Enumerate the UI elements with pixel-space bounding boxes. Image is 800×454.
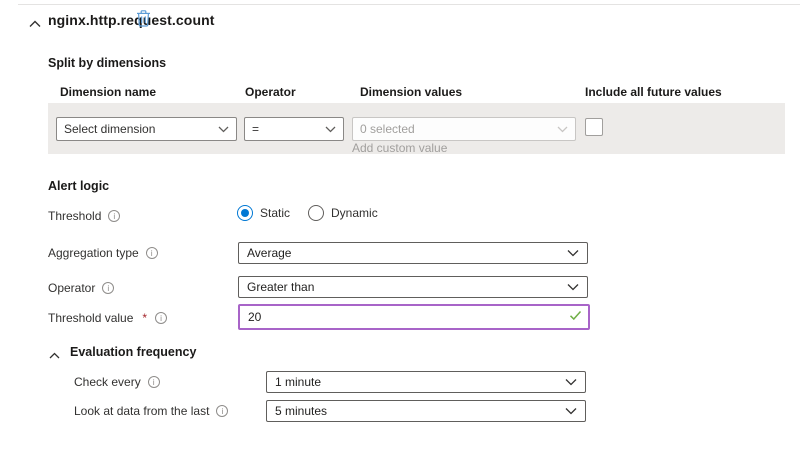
chevron-up-icon — [29, 16, 41, 31]
radio-unselected-icon — [308, 205, 324, 221]
threshold-value-label-text: Threshold value — [48, 311, 133, 325]
look-back-label-text: Look at data from the last — [74, 404, 209, 418]
info-icon[interactable] — [108, 210, 120, 222]
threshold-dynamic-label: Dynamic — [331, 206, 378, 220]
threshold-dynamic-radio[interactable]: Dynamic — [308, 205, 378, 221]
info-icon[interactable] — [155, 312, 167, 324]
required-marker: * — [142, 311, 147, 325]
dimension-name-dropdown-value: Select dimension — [64, 122, 155, 136]
column-header-operator: Operator — [245, 85, 296, 99]
info-icon[interactable] — [146, 247, 158, 259]
look-back-dropdown-value: 5 minutes — [275, 404, 327, 418]
evaluation-frequency-title: Evaluation frequency — [70, 345, 196, 359]
threshold-value-field — [238, 304, 590, 330]
chevron-down-icon — [218, 122, 229, 136]
add-custom-value-link[interactable]: Add custom value — [352, 141, 447, 155]
dimension-operator-dropdown[interactable]: = — [244, 117, 344, 141]
check-every-dropdown-value: 1 minute — [275, 375, 321, 389]
trash-icon — [136, 10, 151, 32]
check-every-label: Check every — [74, 375, 160, 389]
info-icon[interactable] — [148, 376, 160, 388]
collapse-evaluation-frequency-button[interactable] — [47, 347, 61, 361]
valid-check-icon — [569, 308, 582, 326]
look-back-dropdown[interactable]: 5 minutes — [266, 400, 586, 422]
threshold-label-text: Threshold — [48, 209, 101, 223]
check-every-label-text: Check every — [74, 375, 141, 389]
top-divider — [18, 4, 800, 5]
info-icon[interactable] — [216, 405, 228, 417]
operator-dropdown-value: Greater than — [247, 280, 314, 294]
threshold-label: Threshold — [48, 209, 120, 223]
operator-label: Operator — [48, 281, 114, 295]
dimension-values-dropdown-value: 0 selected — [360, 122, 415, 136]
column-header-dimension-name: Dimension name — [60, 85, 156, 99]
split-by-dimensions-title: Split by dimensions — [48, 56, 166, 70]
aggregation-type-label: Aggregation type — [48, 246, 158, 260]
threshold-value-label: Threshold value * — [48, 311, 167, 325]
dimension-name-dropdown[interactable]: Select dimension — [56, 117, 237, 141]
check-every-dropdown[interactable]: 1 minute — [266, 371, 586, 393]
chevron-down-icon — [567, 246, 579, 260]
collapse-metric-button[interactable] — [28, 16, 42, 30]
chevron-up-icon — [49, 347, 60, 362]
threshold-static-label: Static — [260, 206, 290, 220]
column-header-include-all-future-values: Include all future values — [585, 85, 722, 99]
look-back-label: Look at data from the last — [74, 404, 228, 418]
column-header-dimension-values: Dimension values — [360, 85, 462, 99]
dimension-values-dropdown[interactable]: 0 selected — [352, 117, 576, 141]
threshold-radio-group: Static Dynamic — [237, 205, 378, 221]
chevron-down-icon — [565, 404, 577, 418]
aggregation-type-label-text: Aggregation type — [48, 246, 139, 260]
threshold-value-input[interactable] — [248, 310, 569, 324]
radio-selected-icon — [237, 205, 253, 221]
info-icon[interactable] — [102, 282, 114, 294]
threshold-static-radio[interactable]: Static — [237, 205, 290, 221]
chevron-down-icon — [565, 375, 577, 389]
include-all-future-values-checkbox[interactable] — [585, 118, 603, 136]
aggregation-type-dropdown-value: Average — [247, 246, 291, 260]
dimension-operator-dropdown-value: = — [252, 122, 259, 136]
chevron-down-icon — [325, 122, 336, 136]
operator-label-text: Operator — [48, 281, 95, 295]
delete-metric-button[interactable] — [132, 10, 154, 32]
operator-dropdown[interactable]: Greater than — [238, 276, 588, 298]
chevron-down-icon — [567, 280, 579, 294]
aggregation-type-dropdown[interactable]: Average — [238, 242, 588, 264]
chevron-down-icon — [557, 122, 568, 136]
alert-logic-title: Alert logic — [48, 179, 109, 193]
